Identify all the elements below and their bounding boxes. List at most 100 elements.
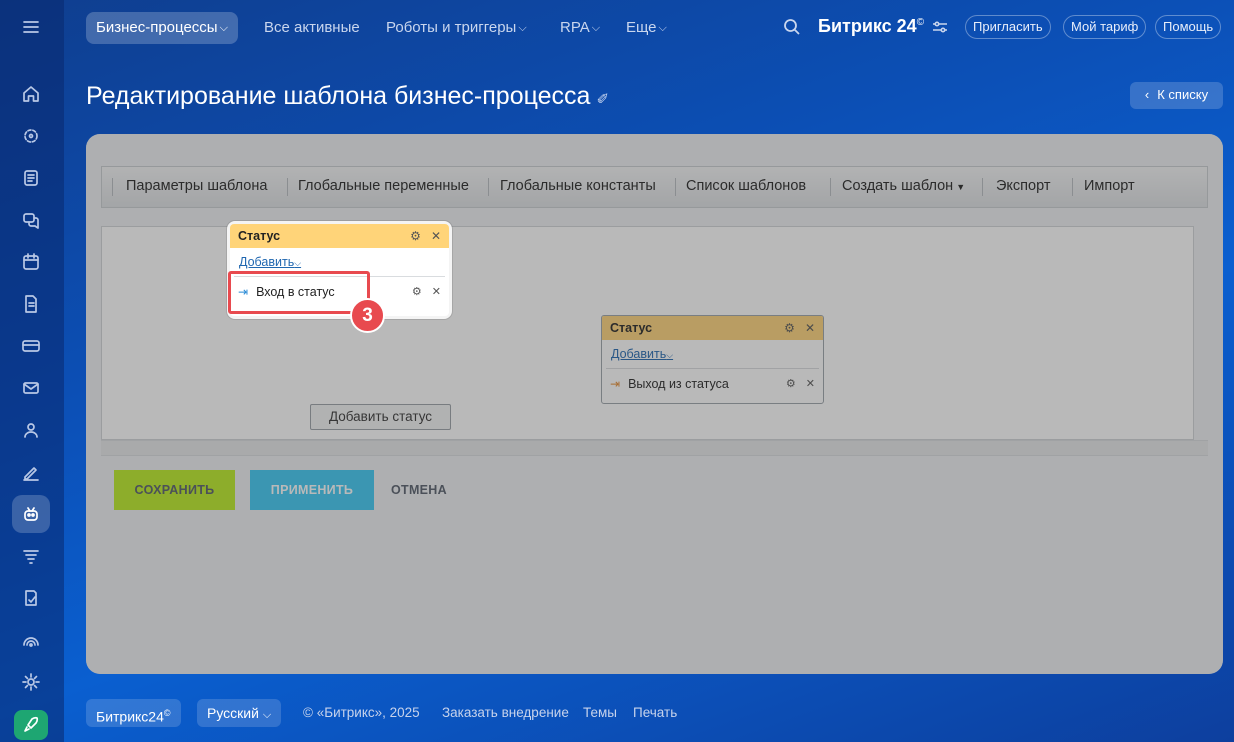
status-card-header: Статус ⚙ ✕ [230, 224, 449, 248]
add-link-label: Добавить [239, 255, 295, 269]
back-to-list-button[interactable]: ‹ К списку [1130, 82, 1223, 109]
chevron-down-icon: ⌵ [658, 22, 667, 34]
nav-label: Еще [626, 19, 657, 36]
home-icon[interactable] [12, 75, 50, 113]
footer-order-link[interactable]: Заказать внедрение [442, 705, 569, 720]
invite-button[interactable]: Пригласить [965, 15, 1051, 39]
toolbar-global-constants[interactable]: Глобальные константы [500, 178, 656, 194]
my-tariff-button[interactable]: Мой тариф [1063, 15, 1147, 39]
chevron-down-icon: ⌵ [518, 22, 527, 34]
toolbar-template-list[interactable]: Список шаблонов [686, 178, 806, 194]
toolbar-divider [112, 178, 113, 196]
nav-business-processes[interactable]: Бизнес-процессы ⌵ [86, 12, 238, 44]
nav-more[interactable]: Еще ⌵ [616, 12, 677, 44]
back-label: К списку [1157, 87, 1209, 102]
chevron-left-icon: ‹ [1144, 87, 1150, 102]
footer-brand-mark: © [163, 708, 171, 718]
status-add-link[interactable]: Добавить⌵ [602, 340, 823, 368]
chevron-down-icon: ⌵ [219, 22, 228, 34]
toolbar-global-variables[interactable]: Глобальные переменные [298, 178, 469, 194]
footer-brand-button[interactable]: Битрикс24© [86, 699, 181, 727]
page-title: Редактирование шаблона бизнес-процесса ✐ [86, 82, 609, 111]
nav-robots-triggers[interactable]: Роботы и триггеры ⌵ [376, 12, 537, 44]
cancel-button[interactable]: ОТМЕНА [391, 470, 447, 510]
employees-icon[interactable] [12, 411, 50, 449]
footer-brand-name: Битрикс24 [96, 708, 164, 725]
settings-icon[interactable] [12, 663, 50, 701]
caret-down-icon: ▼ [956, 182, 966, 192]
collab-icon[interactable] [12, 117, 50, 155]
mail-icon[interactable] [12, 369, 50, 407]
exit-arrow-icon: ⇥ [610, 376, 621, 391]
language-select[interactable]: Русский ⌵ [197, 699, 282, 727]
chevron-down-icon: ⌵ [666, 350, 674, 360]
chevron-down-icon: ⌵ [591, 22, 601, 34]
sign-icon[interactable] [12, 453, 50, 491]
status-card-exit[interactable]: Статус ⚙ ✕ Добавить⌵ ⇥ Выход из статуса … [601, 315, 824, 404]
footer-print-link[interactable]: Печать [633, 705, 677, 720]
gear-icon[interactable]: ⚙ [786, 377, 796, 390]
status-event-label: Выход из статуса [628, 376, 729, 391]
toolbar-divider [488, 178, 489, 196]
feed-icon[interactable] [12, 159, 50, 197]
close-icon[interactable]: ✕ [431, 229, 441, 243]
status-card-title: Статус [238, 229, 281, 243]
canvas-scroll-strip [101, 440, 1208, 456]
status-card-title: Статус [610, 321, 653, 335]
nav-label: Роботы и триггеры [386, 19, 517, 36]
chat-icon[interactable] [12, 201, 50, 239]
pin-icon[interactable]: ✐ [596, 90, 609, 108]
footer-themes-link[interactable]: Темы [583, 705, 617, 720]
add-status-button[interactable]: Добавить статус [310, 404, 451, 430]
menu-icon[interactable] [12, 8, 50, 46]
search-icon[interactable] [782, 17, 802, 42]
language-label: Русский [207, 705, 259, 721]
brand-name: Битрикс 24 [818, 16, 917, 36]
gear-icon[interactable]: ⚙ [412, 285, 422, 298]
chevron-down-icon: ⌵ [294, 258, 302, 268]
brand-logo: Битрикс 24© [818, 16, 924, 37]
page-title-text: Редактирование шаблона бизнес-процесса [86, 82, 591, 110]
gear-icon[interactable]: ⚙ [784, 321, 795, 335]
signal-icon[interactable] [12, 621, 50, 659]
nav-label: Все активные [264, 19, 360, 36]
forms-icon[interactable] [12, 579, 50, 617]
gear-icon[interactable]: ⚙ [410, 229, 421, 243]
status-card-header: Статус ⚙ ✕ [602, 316, 823, 340]
step-badge: 3 [350, 298, 385, 333]
close-icon[interactable]: ✕ [432, 285, 441, 298]
nav-rpa[interactable]: RPA ⌵ [550, 12, 610, 44]
help-button[interactable]: Помощь [1155, 15, 1222, 39]
highlight-box [228, 271, 370, 314]
sliders-icon[interactable] [932, 20, 948, 39]
create-template-label: Создать шаблон [842, 178, 954, 194]
toolbar-divider [287, 178, 288, 196]
chevron-down-icon: ⌵ [262, 709, 272, 721]
apply-button[interactable]: ПРИМЕНИТЬ [250, 470, 374, 510]
editor-panel: Параметры шаблона Глобальные переменные … [86, 134, 1223, 674]
toolbar-create-template[interactable]: Создать шаблон ▼ [842, 178, 965, 194]
calendar-icon[interactable] [12, 243, 50, 281]
rocket-icon[interactable] [14, 710, 48, 740]
top-bar: Бизнес-процессы ⌵ Все активные Роботы и т… [64, 0, 1234, 56]
toolbar-divider [982, 178, 983, 196]
add-link-label: Добавить [611, 347, 667, 361]
toolbar-export[interactable]: Экспорт [996, 178, 1050, 194]
documents-icon[interactable] [12, 285, 50, 323]
toolbar-divider [675, 178, 676, 196]
nav-all-active[interactable]: Все активные [254, 12, 370, 44]
nav-label: RPA [560, 19, 590, 36]
nav-label: Бизнес-процессы [96, 19, 218, 36]
toolbar-template-params[interactable]: Параметры шаблона [126, 178, 267, 194]
template-toolbar: Параметры шаблона Глобальные переменные … [101, 166, 1208, 208]
crm-icon[interactable] [12, 327, 50, 365]
left-sidebar [0, 0, 64, 742]
toolbar-divider [1072, 178, 1073, 196]
status-event-row[interactable]: ⇥ Выход из статуса ⚙ ✕ [606, 368, 819, 398]
close-icon[interactable]: ✕ [805, 321, 815, 335]
close-icon[interactable]: ✕ [806, 377, 815, 390]
automation-icon[interactable] [12, 495, 50, 533]
funnel-icon[interactable] [12, 537, 50, 575]
save-button[interactable]: СОХРАНИТЬ [114, 470, 235, 510]
toolbar-import[interactable]: Импорт [1084, 178, 1135, 194]
